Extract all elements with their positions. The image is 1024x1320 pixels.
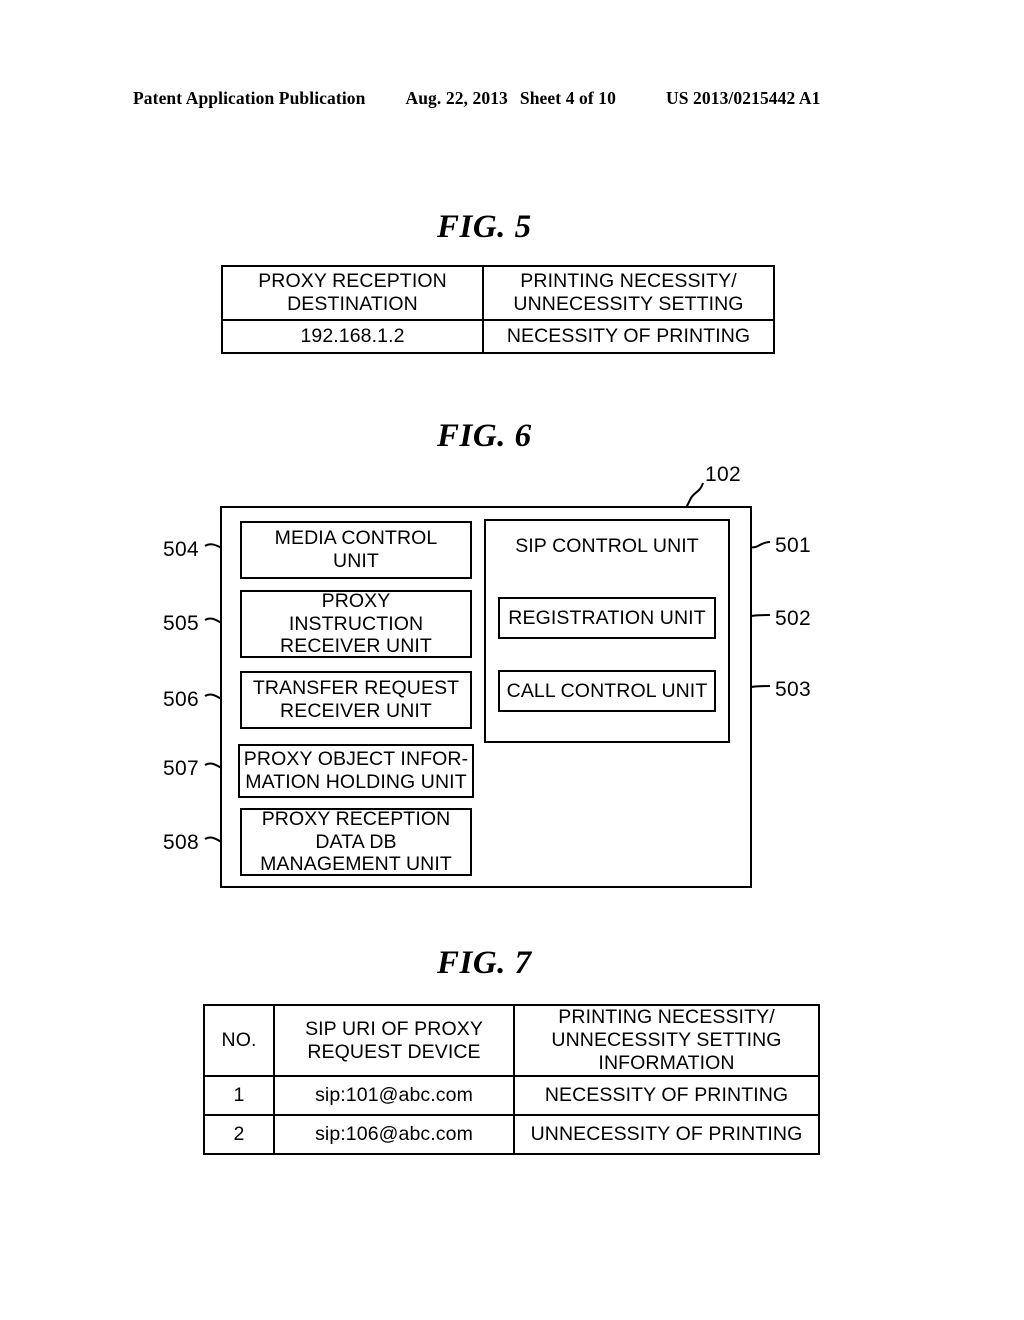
block-proxy-reception-data-db-management-unit: PROXY RECEPTION DATA DB MANAGEMENT UNIT — [240, 808, 472, 876]
figure-7-table: NO. SIP URI OF PROXY REQUEST DEVICE PRIN… — [203, 1004, 820, 1155]
reference-numeral-501: 501 — [775, 534, 811, 557]
block-transfer-request-receiver-unit: TRANSFER REQUEST RECEIVER UNIT — [240, 671, 472, 729]
table-row: 192.168.1.2 NECESSITY OF PRINTING — [221, 319, 775, 354]
table-row: 1 sip:101@abc.com NECESSITY OF PRINTING — [203, 1075, 820, 1116]
cell-printing-setting: NECESSITY OF PRINTING — [482, 319, 775, 354]
page-running-header: Patent Application Publication Aug. 22, … — [133, 88, 891, 109]
reference-numeral-102: 102 — [705, 463, 741, 486]
patent-number: US 2013/0215442 A1 — [665, 88, 821, 108]
figure-6-title: FIG. 6 — [437, 418, 532, 454]
publication-label: Patent Application Publication — [133, 88, 366, 108]
reference-numeral-508: 508 — [163, 831, 199, 854]
figure-5-title: FIG. 5 — [437, 209, 532, 245]
block-label-sip-control-unit: SIP CONTROL UNIT — [515, 535, 699, 557]
block-media-control-unit: MEDIA CONTROL UNIT — [240, 521, 472, 579]
table-header-row: PROXY RECEPTION DESTINATION PRINTING NEC… — [221, 265, 775, 321]
block-registration-unit: REGISTRATION UNIT — [498, 597, 716, 639]
block-proxy-instruction-receiver-unit: PROXY INSTRUCTION RECEIVER UNIT — [240, 590, 472, 658]
reference-numeral-502: 502 — [775, 607, 811, 630]
reference-numeral-503: 503 — [775, 678, 811, 701]
column-header-proxy-reception-destination: PROXY RECEPTION DESTINATION — [221, 265, 484, 321]
block-call-control-unit: CALL CONTROL UNIT — [498, 670, 716, 712]
cell-sip-uri: sip:106@abc.com — [273, 1114, 515, 1155]
cell-destination-address: 192.168.1.2 — [221, 319, 484, 354]
cell-printing-setting: NECESSITY OF PRINTING — [513, 1075, 820, 1116]
column-header-sip-uri: SIP URI OF PROXY REQUEST DEVICE — [273, 1004, 515, 1077]
reference-numeral-505: 505 — [163, 612, 199, 635]
reference-numeral-504: 504 — [163, 538, 199, 561]
cell-printing-setting: UNNECESSITY OF PRINTING — [513, 1114, 820, 1155]
cell-no: 1 — [203, 1075, 275, 1116]
cell-no: 2 — [203, 1114, 275, 1155]
column-header-printing-necessity-setting: PRINTING NECESSITY/ UNNECESSITY SETTING — [482, 265, 775, 321]
figure-7-title: FIG. 7 — [437, 945, 532, 981]
sheet-number: Sheet 4 of 10 — [519, 88, 616, 108]
reference-numeral-506: 506 — [163, 688, 199, 711]
reference-numeral-507: 507 — [163, 757, 199, 780]
block-proxy-object-information-holding-unit: PROXY OBJECT INFOR- MATION HOLDING UNIT — [238, 744, 474, 798]
cell-sip-uri: sip:101@abc.com — [273, 1075, 515, 1116]
column-header-printing-setting: PRINTING NECESSITY/ UNNECESSITY SETTING … — [513, 1004, 820, 1077]
figure-5-table: PROXY RECEPTION DESTINATION PRINTING NEC… — [221, 265, 775, 354]
table-row: 2 sip:106@abc.com UNNECESSITY OF PRINTIN… — [203, 1114, 820, 1155]
publication-date: Aug. 22, 2013 — [405, 88, 508, 108]
column-header-no: NO. — [203, 1004, 275, 1077]
table-header-row: NO. SIP URI OF PROXY REQUEST DEVICE PRIN… — [203, 1004, 820, 1077]
